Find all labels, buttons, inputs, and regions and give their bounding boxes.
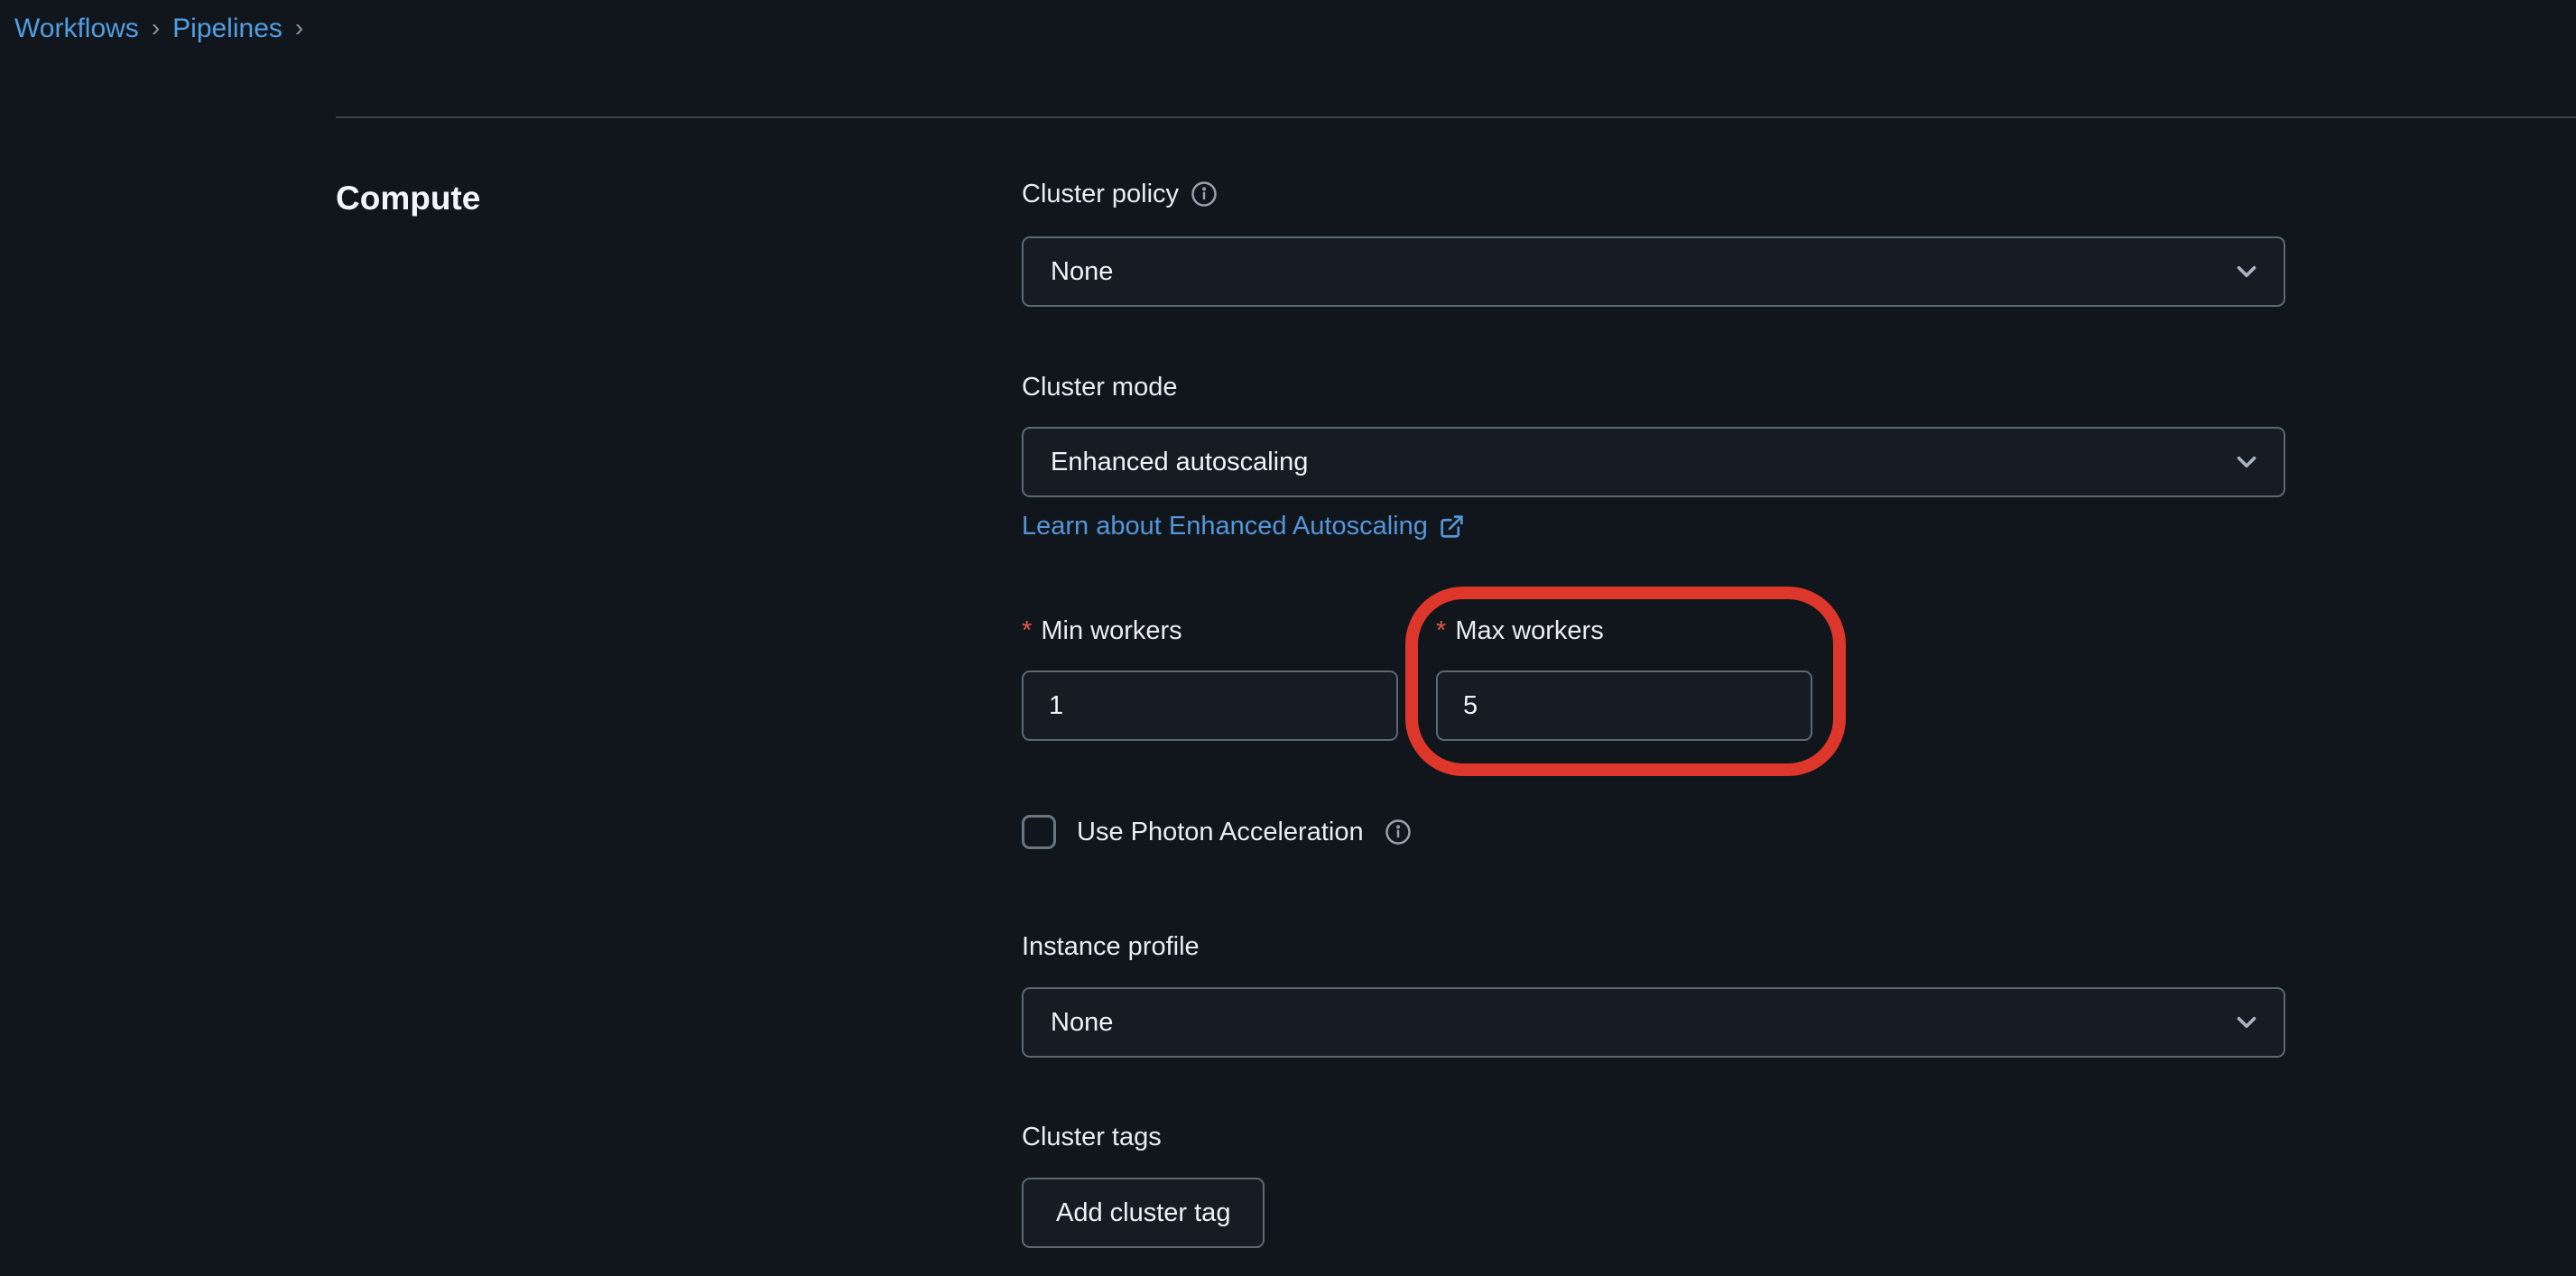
instance-profile-value: None bbox=[1051, 1007, 1114, 1037]
max-workers-label: * Max workers bbox=[1436, 616, 1604, 645]
max-workers-label-row: * Max workers bbox=[1436, 615, 1812, 646]
breadcrumb: Workflows › Pipelines › bbox=[14, 12, 316, 46]
learn-link-label: Learn about Enhanced Autoscaling bbox=[1022, 512, 1428, 541]
photon-checkbox-row: Use Photon Acceleration bbox=[1022, 815, 2285, 849]
add-cluster-tag-button[interactable]: Add cluster tag bbox=[1022, 1178, 1265, 1248]
info-icon[interactable] bbox=[1191, 180, 1218, 208]
cluster-mode-label: Cluster mode bbox=[1022, 373, 1178, 402]
section-title-column: Compute bbox=[336, 179, 1022, 1248]
required-asterisk: * bbox=[1436, 616, 1447, 645]
cluster-mode-select[interactable]: Enhanced autoscaling bbox=[1022, 427, 2285, 497]
cluster-tags-label: Cluster tags bbox=[1022, 1123, 1162, 1151]
section-title: Compute bbox=[336, 180, 481, 217]
max-workers-input[interactable] bbox=[1436, 670, 1812, 741]
cluster-policy-label-row: Cluster policy bbox=[1022, 179, 2285, 209]
max-workers-field: * Max workers bbox=[1436, 615, 1812, 741]
photon-checkbox[interactable] bbox=[1022, 815, 1056, 849]
breadcrumb-separator-icon: › bbox=[294, 14, 304, 42]
cluster-policy-value: None bbox=[1051, 256, 1114, 286]
chevron-down-icon bbox=[2231, 256, 2262, 287]
cluster-mode-value: Enhanced autoscaling bbox=[1051, 447, 1309, 476]
info-icon[interactable] bbox=[1385, 818, 1412, 846]
workers-row: * Min workers * Max workers bbox=[1022, 615, 2285, 741]
breadcrumb-separator-icon: › bbox=[151, 14, 161, 42]
cluster-policy-select[interactable]: None bbox=[1022, 236, 2285, 307]
min-workers-label-row: * Min workers bbox=[1022, 615, 1398, 646]
min-workers-input[interactable] bbox=[1022, 670, 1398, 741]
chevron-down-icon bbox=[2231, 1007, 2262, 1038]
compute-form: Cluster policy None Cluster mode Enhance… bbox=[1022, 179, 2285, 1248]
chevron-down-icon bbox=[2231, 447, 2262, 477]
required-asterisk: * bbox=[1022, 616, 1033, 645]
photon-label: Use Photon Acceleration bbox=[1077, 817, 1364, 846]
cluster-policy-label: Cluster policy bbox=[1022, 180, 1180, 208]
external-link-icon bbox=[1439, 513, 1465, 540]
instance-profile-label-row: Instance profile bbox=[1022, 931, 2285, 962]
instance-profile-label: Instance profile bbox=[1022, 932, 1200, 961]
learn-enhanced-autoscaling-link[interactable]: Learn about Enhanced Autoscaling bbox=[1022, 511, 1465, 541]
cluster-tags-label-row: Cluster tags bbox=[1022, 1122, 2285, 1152]
compute-section: Compute Cluster policy None Cluster mode… bbox=[336, 116, 2576, 1276]
breadcrumb-workflows[interactable]: Workflows bbox=[14, 12, 139, 46]
breadcrumb-pipelines[interactable]: Pipelines bbox=[172, 12, 283, 46]
min-workers-field: * Min workers bbox=[1022, 615, 1398, 741]
min-workers-label: * Min workers bbox=[1022, 616, 1182, 645]
cluster-mode-label-row: Cluster mode bbox=[1022, 372, 2285, 402]
instance-profile-select[interactable]: None bbox=[1022, 987, 2285, 1058]
